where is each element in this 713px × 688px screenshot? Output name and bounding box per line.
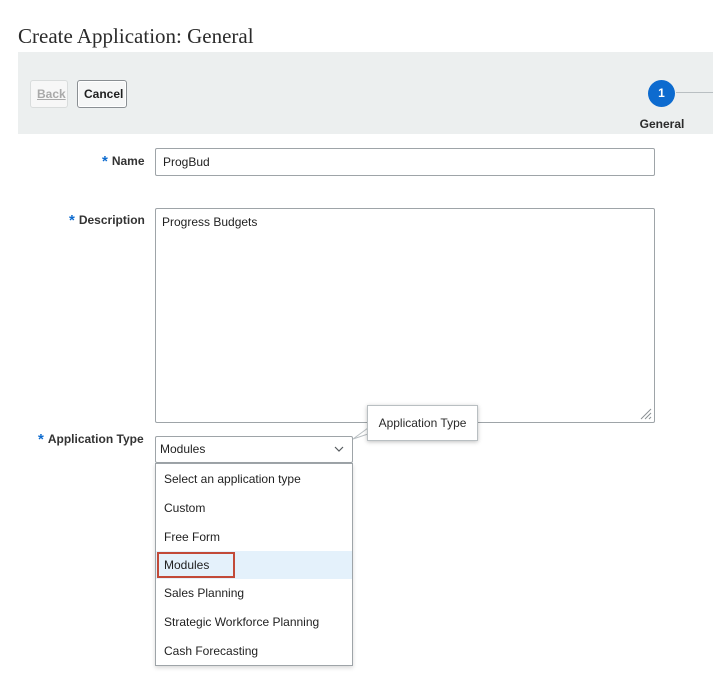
required-indicator: *: [38, 431, 44, 448]
application-type-select[interactable]: Modules: [155, 436, 353, 463]
option-cash-forecasting[interactable]: Cash Forecasting: [156, 637, 352, 665]
application-type-dropdown: Select an application type Custom Free F…: [155, 463, 353, 666]
train-step-label: General: [639, 117, 685, 131]
name-label-text: Name: [111, 154, 145, 168]
required-indicator: *: [102, 153, 108, 170]
back-button[interactable]: Back: [30, 80, 68, 108]
option-select-application-type[interactable]: Select an application type: [156, 465, 352, 493]
option-custom[interactable]: Custom: [156, 494, 352, 522]
description-field[interactable]: Progress Budgets: [155, 208, 655, 423]
description-label-text: Description: [78, 213, 145, 227]
application-type-label: * Application Type: [38, 430, 144, 448]
option-strategic-workforce-planning[interactable]: Strategic Workforce Planning: [156, 608, 352, 636]
page-title: Create Application: General: [18, 24, 254, 48]
cancel-button[interactable]: Cancel: [77, 80, 127, 108]
option-free-form[interactable]: Free Form: [156, 523, 352, 551]
train-connector-line: [676, 92, 713, 93]
application-type-value: Modules: [160, 442, 206, 456]
chevron-down-icon[interactable]: [334, 445, 344, 453]
name-field[interactable]: ProgBud: [155, 148, 655, 176]
option-modules[interactable]: Modules: [156, 551, 352, 579]
option-modules-label: Modules: [164, 558, 210, 572]
application-type-label-text: Application Type: [47, 432, 144, 446]
application-type-tooltip: Application Type: [367, 405, 478, 441]
name-label: * Name: [102, 152, 145, 170]
required-indicator: *: [69, 212, 75, 229]
train-step-general[interactable]: 1: [648, 80, 675, 107]
train-toolbar: Back Cancel 1 General: [18, 52, 713, 134]
resize-grip-icon[interactable]: [638, 406, 652, 420]
description-label: * Description: [69, 211, 145, 229]
option-sales-planning[interactable]: Sales Planning: [156, 579, 352, 607]
description-value: Progress Budgets: [162, 215, 258, 229]
